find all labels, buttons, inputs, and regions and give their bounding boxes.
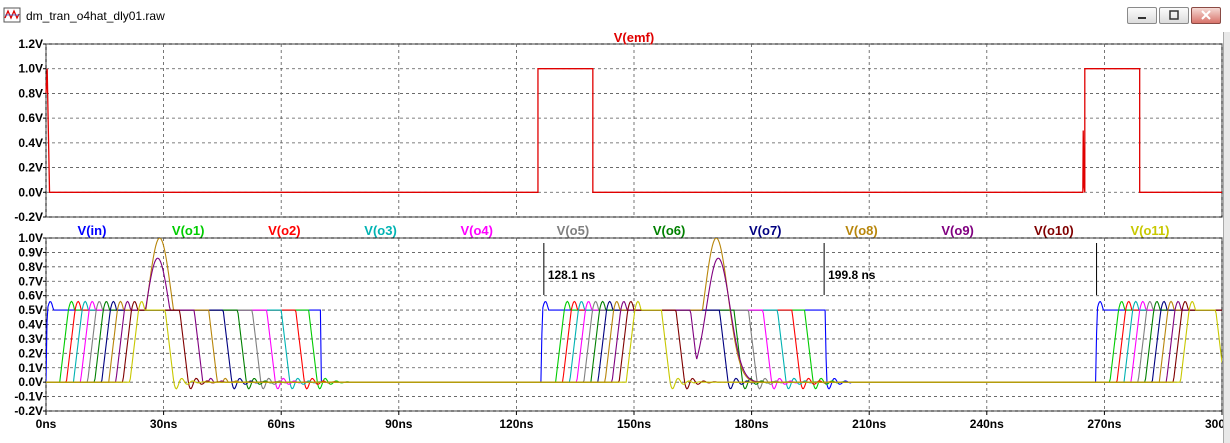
y-tick-label: -0.2V (14, 210, 43, 224)
x-tick-label: 120ns (499, 417, 533, 431)
waveform-plot-area[interactable]: -0.2V 0.0V 0.2V 0.4V 0.6V 0.8V 1.0V 1.2V -0.2V -0… (0, 32, 1230, 443)
y-tick-label: 0.6V (18, 111, 43, 125)
y-tick-label: 0.1V (18, 361, 43, 375)
legend-vin: V(in) (78, 223, 107, 238)
y-tick-label: 0.5V (18, 303, 43, 317)
x-tick-label: 210ns (852, 417, 886, 431)
y-tick-label: 0.6V (18, 289, 43, 303)
minimize-button[interactable] (1127, 7, 1157, 24)
y-tick-label: 0.0V (18, 185, 43, 199)
legend-vo5: V(o5) (557, 223, 590, 238)
y-tick-label: 0.8V (18, 86, 43, 100)
x-tick-label: 90ns (385, 417, 413, 431)
cursor-label-2: 199.8 ns (828, 268, 876, 282)
window-title: dm_tran_o4hat_dly01.raw (26, 9, 165, 23)
legend-vo8: V(o8) (845, 223, 878, 238)
y-tick-label: -0.2V (14, 404, 43, 418)
window-right-edge (1223, 32, 1230, 443)
close-button[interactable] (1191, 7, 1221, 24)
y-tick-label: 0.2V (18, 161, 43, 175)
trace-label-emf: V(emf) (614, 32, 654, 45)
waveform-chart[interactable]: -0.2V0.0V0.2V0.4V0.6V0.8V1.0V1.2V-0.2V-0… (0, 32, 1223, 443)
legend-vo6: V(o6) (653, 223, 686, 238)
y-tick-label: 0.4V (18, 136, 43, 150)
x-tick-label: 300ns (1205, 417, 1223, 431)
y-tick-label: 1.0V (18, 231, 43, 245)
y-tick-label: -0.1V (14, 390, 43, 404)
x-tick-label: 150ns (617, 417, 651, 431)
cursor-label-1: 128.1 ns (548, 268, 596, 282)
y-tick-label: 1.2V (18, 37, 43, 51)
y-tick-label: 0.8V (18, 260, 43, 274)
x-tick-label: 270ns (1087, 417, 1121, 431)
legend-vo7: V(o7) (749, 223, 782, 238)
waveform-viewer-icon (3, 7, 21, 23)
y-tick-label: 0.2V (18, 346, 43, 360)
x-tick-label: 0ns (36, 417, 57, 431)
y-tick-label: 0.0V (18, 375, 43, 389)
x-tick-label: 240ns (970, 417, 1004, 431)
legend-vo4: V(o4) (460, 223, 493, 238)
window-titlebar[interactable]: dm_tran_o4hat_dly01.raw (0, 0, 1230, 33)
legend-vo9: V(o9) (941, 223, 974, 238)
minimize-icon (1138, 17, 1146, 19)
legend-vo11: V(o11) (1130, 223, 1169, 238)
y-tick-label: 1.0V (18, 62, 43, 76)
x-tick-label: 30ns (150, 417, 178, 431)
y-tick-label: 0.9V (18, 245, 43, 259)
restore-button[interactable] (1159, 7, 1189, 24)
y-tick-label: 0.3V (18, 332, 43, 346)
y-tick-label: 0.4V (18, 318, 43, 332)
x-tick-label: 60ns (268, 417, 296, 431)
restore-icon (1169, 10, 1179, 20)
legend-vo2: V(o2) (268, 223, 301, 238)
y-tick-label: 0.7V (18, 274, 43, 288)
legend-vo10: V(o10) (1034, 223, 1074, 238)
legend-vo3: V(o3) (364, 223, 397, 238)
x-tick-label: 180ns (735, 417, 769, 431)
close-icon (1201, 10, 1211, 20)
legend-vo1: V(o1) (172, 223, 205, 238)
